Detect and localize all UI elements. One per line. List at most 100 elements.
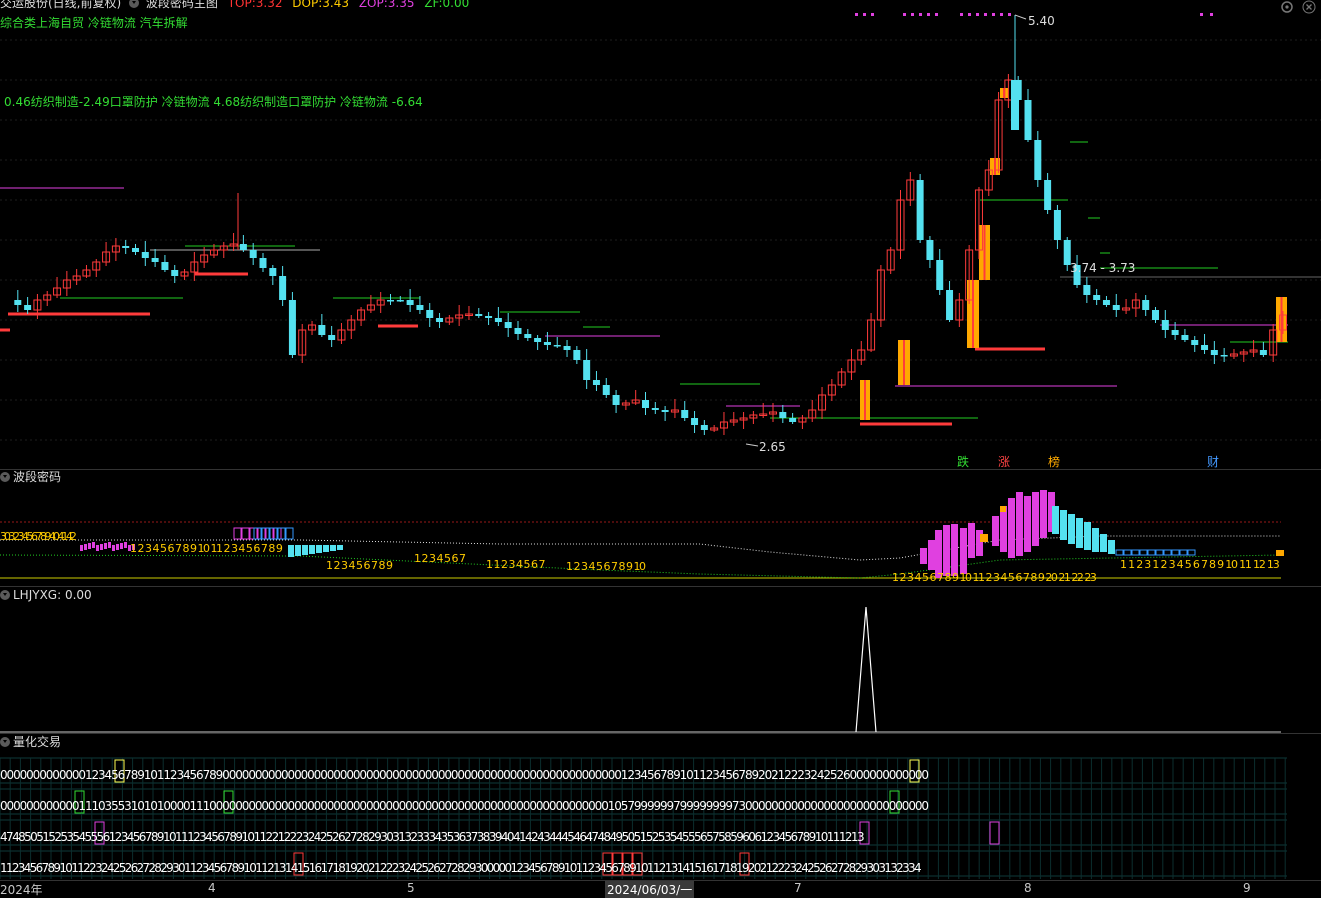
histogram-bar <box>976 530 983 556</box>
candle-body <box>279 276 287 300</box>
axis-month-7: 7 <box>794 881 802 895</box>
dop-label: DOP: <box>292 0 323 10</box>
candle-body <box>1181 335 1189 340</box>
signal-bar <box>1276 297 1287 342</box>
lhjyxg-chart[interactable] <box>0 587 1321 733</box>
top-dot-marker <box>960 13 963 16</box>
candle-body <box>1083 285 1091 295</box>
quant-row-2: 0000000000001110355310101000011100000000… <box>0 799 929 813</box>
dop-value: 3.43 <box>322 0 349 10</box>
event-marker-zhang[interactable]: 涨 <box>998 453 1010 469</box>
high-price-label: 5.40 <box>1028 14 1055 28</box>
candle-body <box>1093 295 1101 300</box>
candle-body <box>602 385 610 395</box>
zf-value: 0.00 <box>442 0 470 10</box>
collapse-icon[interactable] <box>129 0 140 8</box>
histogram-bar <box>323 545 329 552</box>
candle-body <box>936 260 944 290</box>
candle-body <box>946 290 954 320</box>
histogram-bar <box>112 545 115 551</box>
histogram-box <box>1123 549 1132 556</box>
histogram-bar <box>1016 492 1023 556</box>
histogram-box <box>1147 549 1156 556</box>
candle-body <box>436 318 444 322</box>
histogram-bar <box>943 525 950 576</box>
stock-name[interactable]: 交运股份(日线,前复权) <box>0 0 121 10</box>
histogram-bar <box>108 542 111 548</box>
candle-body <box>583 360 591 380</box>
candlestick-chart[interactable] <box>0 0 1321 469</box>
band-code-panel[interactable]: 波段密码 30 3 2 3 4 5 6 7 8 9 40 41 42 1 2 3… <box>0 470 1321 586</box>
quant-row-4: 1123456789101122324252627282930112345678… <box>0 861 922 875</box>
top-dot-marker <box>903 13 906 16</box>
candle-body <box>269 268 277 276</box>
histogram-bar <box>1068 514 1075 544</box>
candle-body <box>485 316 493 318</box>
close-icon[interactable] <box>1302 0 1316 14</box>
histogram-bar <box>992 516 999 546</box>
count-d: 1 1 2 3 4 5 6 7 <box>486 558 545 571</box>
low-price-label: 2.65 <box>759 440 786 454</box>
histogram-box <box>1163 549 1172 556</box>
histogram-bar <box>951 524 958 576</box>
count-e: 1 2 3 4 5 6 7 8 9 10 <box>566 560 646 573</box>
histogram-bar <box>1024 496 1031 552</box>
histogram-bar <box>100 544 103 550</box>
histogram-bar <box>295 545 301 556</box>
lhjyxg-panel[interactable]: LHJYXG: 0.00 <box>0 587 1321 733</box>
histogram-bar <box>104 543 107 549</box>
histogram-box <box>1115 549 1124 556</box>
event-marker-die[interactable]: 跌 <box>957 453 969 469</box>
range-label: 3.74 - 3.73 <box>1070 261 1136 275</box>
zop-label: ZOP: <box>358 0 388 10</box>
candle-body <box>1152 310 1159 320</box>
signal-bar <box>860 380 870 420</box>
collapse-icon[interactable] <box>0 590 10 600</box>
quant-title: 量化交易 <box>13 735 62 749</box>
high-candle <box>1011 80 1019 130</box>
band-code-header: 波段密码 <box>0 470 61 485</box>
histogram-signal <box>1000 506 1006 512</box>
candle-body <box>926 240 934 260</box>
count-c: 1 2 3 4 5 6 7 <box>414 552 466 565</box>
top-dot-marker <box>863 13 866 16</box>
perf-line: 0.46纺织制造-2.49口罩防护 冷链物流 4.68纺织制造口罩防护 冷链物流… <box>4 95 423 109</box>
settings-icon[interactable] <box>1280 0 1294 14</box>
lhjyxg-header: LHJYXG: 0.00 <box>0 587 92 603</box>
candle-body <box>259 258 267 268</box>
histogram-box <box>1179 549 1188 556</box>
histogram-bar <box>1100 534 1107 552</box>
collapse-icon[interactable] <box>0 472 10 482</box>
low-pointer <box>745 443 759 447</box>
histogram-bar <box>96 545 99 551</box>
count-b: 1 2 3 4 5 6 7 8 9 <box>326 559 393 572</box>
zop-value: 3.35 <box>387 0 415 10</box>
quant-header: 量化交易 <box>0 734 61 750</box>
top-dot-marker <box>1000 13 1003 16</box>
candle-body <box>328 335 336 340</box>
candle-body <box>612 395 620 405</box>
axis-month-9: 9 <box>1243 881 1251 895</box>
histogram-bar <box>960 528 967 574</box>
candle-body <box>161 262 169 270</box>
indicator-name[interactable]: 波段密码主图 <box>146 0 218 10</box>
event-marker-cai[interactable]: 财 <box>1207 453 1219 469</box>
candle-body <box>122 246 130 248</box>
histogram-bar <box>1000 506 1007 552</box>
event-marker-bang[interactable]: 榜 <box>1048 453 1060 469</box>
top-dot-marker <box>1008 13 1011 16</box>
sector-line: 综合类上海自贸 冷链物流 汽车拆解 <box>0 16 188 30</box>
candle-body <box>406 300 414 305</box>
collapse-icon[interactable] <box>0 737 10 747</box>
candle-body <box>416 305 424 310</box>
quant-panel[interactable]: 量化交易 00000000000001234567891011234567890… <box>0 734 1321 881</box>
top-dot-marker <box>855 13 858 16</box>
main-chart-panel[interactable]: 交运股份(日线,前复权) 波段密码主图 TOP:3.32 DOP:3.43 ZO… <box>0 0 1321 469</box>
candle-body <box>504 322 512 328</box>
histogram-bar <box>1040 490 1047 538</box>
histogram-box <box>1187 549 1196 556</box>
count-f: 1 2 3 4 5 6 7 8 9 10 11 2 3 4 5 6 7 8 9 … <box>892 571 1097 584</box>
histogram-bar <box>920 548 927 564</box>
candle-body <box>543 342 551 345</box>
histogram-bar <box>968 523 975 558</box>
